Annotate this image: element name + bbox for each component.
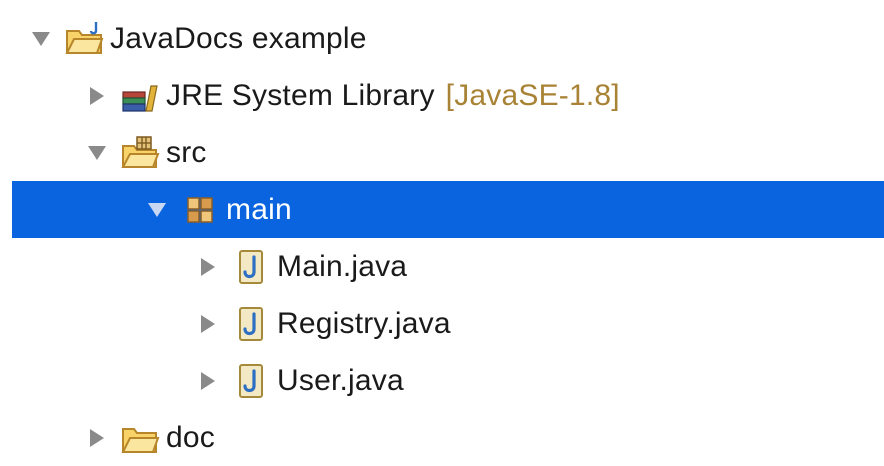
tree-item-file[interactable]: Main.java [0, 238, 884, 295]
tree-item-jre-library[interactable]: JRE System Library [JavaSE-1.8] [0, 67, 884, 124]
tree-item-label: JavaDocs example [110, 21, 367, 55]
tree-item-file[interactable]: Registry.java [0, 295, 884, 352]
disclosure-collapsed-icon[interactable] [84, 83, 110, 109]
disclosure-expanded-icon[interactable] [144, 197, 170, 223]
disclosure-expanded-icon[interactable] [84, 140, 110, 166]
folder-icon [120, 420, 160, 456]
java-file-icon [231, 363, 271, 399]
project-explorer-tree: JavaDocs example JRE System Library [Jav… [0, 10, 884, 466]
tree-item-label: Main.java [277, 249, 408, 283]
tree-item-package-main[interactable]: main [12, 181, 884, 238]
disclosure-collapsed-icon[interactable] [195, 368, 221, 394]
disclosure-expanded-icon[interactable] [28, 26, 54, 52]
disclosure-collapsed-icon[interactable] [84, 425, 110, 451]
tree-item-project[interactable]: JavaDocs example [0, 10, 884, 67]
java-file-icon [231, 249, 271, 285]
tree-item-label: JRE System Library [166, 78, 435, 112]
tree-item-src[interactable]: src [0, 124, 884, 181]
package-icon [180, 192, 220, 228]
tree-item-doc[interactable]: doc [0, 409, 884, 466]
tree-item-label: doc [166, 420, 215, 454]
tree-item-label: src [166, 135, 207, 169]
disclosure-collapsed-icon[interactable] [195, 311, 221, 337]
tree-item-label: User.java [277, 363, 404, 397]
tree-item-label: Registry.java [277, 306, 451, 340]
disclosure-collapsed-icon[interactable] [195, 254, 221, 280]
tree-item-file[interactable]: User.java [0, 352, 884, 409]
tree-item-label: main [226, 192, 292, 226]
java-file-icon [231, 306, 271, 342]
library-icon [120, 78, 160, 114]
java-project-folder-icon [64, 21, 104, 57]
source-folder-icon [120, 135, 160, 171]
jre-version-decoration: [JavaSE-1.8] [445, 78, 620, 112]
